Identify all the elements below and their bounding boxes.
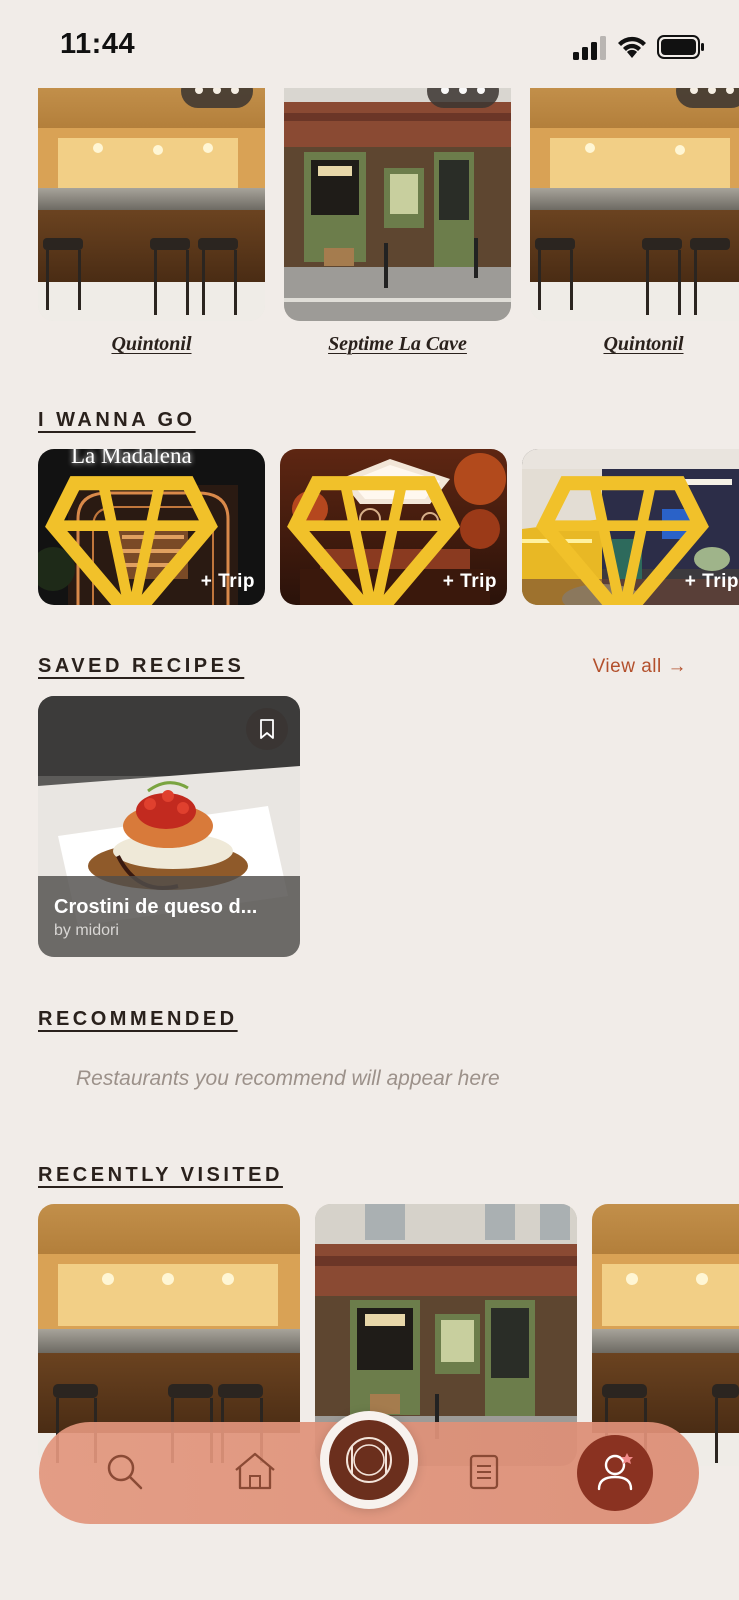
view-all-link[interactable]: View all → bbox=[593, 656, 687, 678]
profile-icon bbox=[597, 1453, 633, 1491]
profile-button[interactable] bbox=[577, 1435, 653, 1511]
recipe-title: Crostini de queso d... bbox=[54, 896, 258, 918]
carousel-image-quintonil-2[interactable] bbox=[530, 88, 739, 321]
search-icon[interactable] bbox=[103, 1450, 147, 1494]
more-dots-icon[interactable] bbox=[676, 88, 739, 108]
recipe-author: by midori bbox=[54, 922, 119, 939]
carousel-caption[interactable]: Septime La Cave bbox=[284, 333, 511, 356]
wanna-go-card[interactable]: + Trip bbox=[280, 449, 507, 605]
signal-icon bbox=[573, 36, 606, 60]
wanna-go-card[interactable]: La Madalena + Trip bbox=[38, 449, 265, 605]
status-bar: 11:44 bbox=[0, 0, 739, 88]
more-dots-icon[interactable] bbox=[427, 88, 499, 108]
add-trip-button[interactable]: + Trip bbox=[685, 571, 739, 593]
status-time: 11:44 bbox=[60, 28, 136, 60]
carousel-image-septime[interactable] bbox=[284, 88, 511, 321]
more-dots-icon[interactable] bbox=[181, 88, 253, 108]
section-title-recently-visited: RECENTLY VISITED bbox=[38, 1164, 283, 1186]
add-trip-button[interactable]: + Trip bbox=[443, 571, 497, 593]
home-icon[interactable] bbox=[232, 1450, 278, 1492]
center-plate-button[interactable] bbox=[320, 1411, 418, 1509]
add-trip-button[interactable]: + Trip bbox=[201, 571, 255, 593]
center-plate-inner bbox=[329, 1420, 409, 1500]
bookmark-button[interactable] bbox=[246, 708, 288, 750]
list-icon[interactable] bbox=[468, 1452, 500, 1492]
plate-icon bbox=[346, 1437, 392, 1483]
section-title-wanna-go: I WANNA GO bbox=[38, 409, 196, 431]
bookmark-icon bbox=[260, 719, 274, 739]
wanna-go-card[interactable]: + Trip bbox=[522, 449, 739, 605]
recommended-empty-text: Restaurants you recommend will appear he… bbox=[76, 1067, 500, 1090]
recipe-card[interactable]: Crostini de queso d... by midori bbox=[38, 696, 300, 957]
carousel-image-quintonil[interactable] bbox=[38, 88, 265, 321]
carousel-caption[interactable]: Quintonil bbox=[38, 333, 265, 356]
carousel-caption[interactable]: Quintonil bbox=[530, 333, 739, 356]
battery-icon bbox=[657, 35, 704, 59]
section-title-recommended: RECOMMENDED bbox=[38, 1008, 238, 1030]
section-title-saved-recipes: SAVED RECIPES bbox=[38, 655, 245, 677]
wifi-icon bbox=[618, 36, 646, 58]
restaurant-sign: La Madalena bbox=[71, 449, 192, 468]
